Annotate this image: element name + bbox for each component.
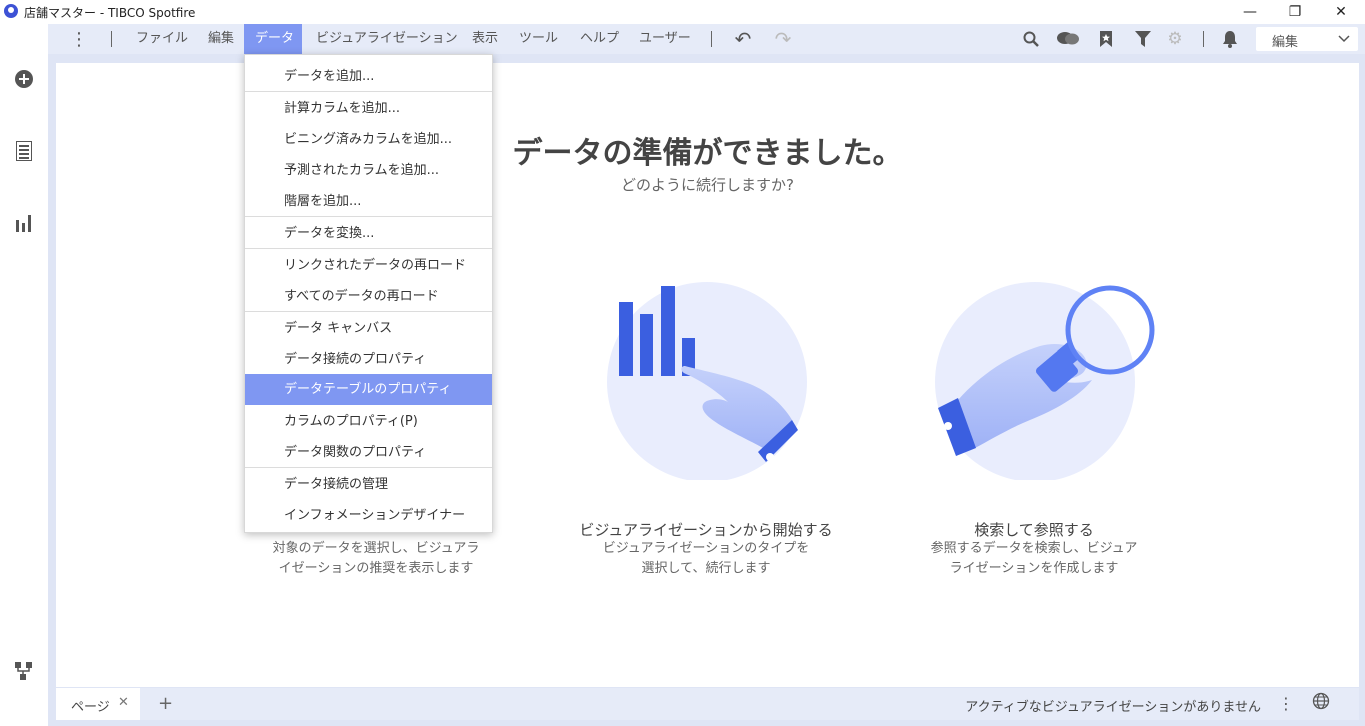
add-data-icon[interactable] [14, 69, 34, 89]
search-illustration[interactable] [930, 280, 1160, 482]
globe-icon[interactable] [1312, 692, 1332, 712]
menu-data[interactable]: データ [244, 24, 302, 54]
data-menu-dropdown: データを追加... 計算カラムを追加... ビニング済みカラムを追加... 予測… [244, 54, 493, 533]
add-page-icon[interactable]: + [158, 693, 173, 714]
card-visualization-title[interactable]: ビジュアライゼーションから開始する [556, 519, 856, 540]
title-bar: 店舗マスター - TIBCO Spotfire — ❐ ✕ [0, 0, 1365, 24]
menu-divider [245, 467, 492, 468]
bookmark-icon[interactable] [1095, 28, 1117, 50]
visualization-illustration[interactable] [600, 280, 810, 482]
more-options-icon[interactable]: ⋮ [68, 28, 90, 50]
card-recommendations-desc: 対象のデータを選択し、ビジュアラ イゼーションの推奨を表示します [272, 541, 480, 576]
menu-item-manage-data-connections[interactable]: データ接続の管理 [245, 470, 492, 500]
menu-item-reload-linked-data[interactable]: リンクされたデータの再ロード [245, 251, 492, 281]
menu-divider [245, 91, 492, 92]
toolbar-separator [1203, 31, 1204, 47]
status-text: アクティブなビジュアライゼーションがありません [965, 700, 1261, 715]
spotfire-logo-icon [4, 4, 18, 18]
menu-item-data-function-properties[interactable]: データ関数のプロパティ [245, 438, 492, 468]
menu-item-add-predicted-column[interactable]: 予測されたカラムを追加... [245, 156, 492, 186]
files-and-data-icon[interactable] [14, 141, 34, 161]
minimize-button[interactable]: — [1227, 0, 1273, 24]
left-rail [0, 24, 48, 726]
notifications-bell-icon[interactable] [1219, 28, 1241, 50]
menu-tools[interactable]: ツール [509, 24, 568, 54]
status-more-icon[interactable]: ⋮ [1278, 694, 1294, 714]
menu-help[interactable]: ヘルプ [570, 24, 629, 54]
filter-icon[interactable] [1132, 28, 1154, 50]
menu-item-data-canvas[interactable]: データ キャンバス [245, 314, 492, 344]
chevron-down-icon [1338, 30, 1350, 49]
menu-item-reload-all-data[interactable]: すべてのデータの再ロード [245, 282, 492, 312]
menu-item-add-hierarchy[interactable]: 階層を追加... [245, 187, 492, 217]
menu-item-data-table-properties[interactable]: データテーブルのプロパティ [245, 374, 492, 405]
search-icon[interactable] [1020, 28, 1042, 50]
mode-select-value: 編集 [1272, 35, 1299, 50]
comments-icon[interactable] [1055, 28, 1081, 50]
undo-icon[interactable]: ↶ [732, 27, 754, 51]
toolbar-separator [711, 31, 712, 47]
settings-icon[interactable]: ⚙ [1164, 28, 1186, 50]
menu-item-transform-data[interactable]: データを変換... [245, 219, 492, 249]
menu-divider [245, 248, 492, 249]
menu-visualization[interactable]: ビジュアライゼーション [306, 24, 468, 54]
data-hierarchy-icon[interactable] [14, 661, 34, 681]
redo-icon[interactable]: ↷ [772, 27, 794, 51]
menu-item-add-calculated-column[interactable]: 計算カラムを追加... [245, 94, 492, 124]
menu-item-column-properties[interactable]: カラムのプロパティ(P) [245, 407, 492, 437]
close-window-button[interactable]: ✕ [1318, 0, 1364, 24]
visualization-types-icon[interactable] [14, 213, 34, 233]
menu-edit[interactable]: 編集 [198, 24, 244, 54]
page-tab[interactable]: ページ ✕ [56, 688, 140, 720]
restore-button[interactable]: ❐ [1272, 0, 1318, 24]
toolbar-separator [111, 31, 112, 47]
menu-file[interactable]: ファイル [126, 24, 198, 54]
menu-item-add-data[interactable]: データを追加... [245, 62, 492, 92]
menu-user[interactable]: ユーザー [629, 24, 701, 54]
card-search-desc: 参照するデータを検索し、ビジュア ライゼーションを作成します [930, 541, 1138, 576]
menu-item-information-designer[interactable]: インフォメーションデザイナー [245, 501, 492, 531]
menu-item-data-connection-properties[interactable]: データ接続のプロパティ [245, 345, 492, 375]
menu-item-add-binned-column[interactable]: ビニング済みカラムを追加... [245, 125, 492, 155]
close-icon[interactable]: ✕ [118, 695, 129, 710]
menu-view[interactable]: 表示 [462, 24, 508, 54]
mode-select[interactable]: 編集 [1256, 27, 1358, 51]
window-title: 店舗マスター - TIBCO Spotfire [24, 6, 196, 20]
card-search-title[interactable]: 検索して参照する [884, 519, 1184, 540]
menu-divider [245, 311, 492, 312]
menu-divider [245, 216, 492, 217]
card-visualization-desc: ビジュアライゼーションのタイプを 選択して、続行します [602, 541, 810, 576]
page-tab-label: ページ [71, 700, 110, 715]
